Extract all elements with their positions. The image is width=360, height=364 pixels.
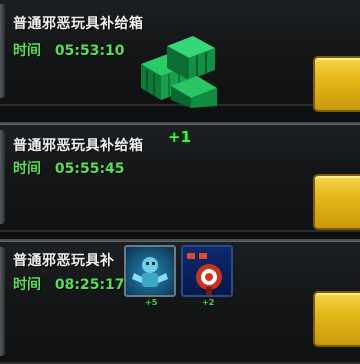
claim-button[interactable] [313, 56, 360, 112]
time-value: 05:55:45 [54, 161, 125, 177]
time-label: 时间 [13, 161, 41, 177]
claim-button[interactable] [313, 174, 360, 230]
item-slot[interactable] [124, 245, 176, 297]
time-value: 05:53:10 [54, 43, 125, 59]
claim-button[interactable] [313, 291, 360, 347]
timer-row: 时间 08:25:17 [13, 274, 125, 294]
supply-row-2: 普通邪恶玩具补给箱 +1 时间 05:55:45 [0, 122, 360, 232]
time-label: 时间 [13, 277, 41, 293]
item-count: +5 [145, 298, 158, 307]
timer-row: 时间 05:55:45 [13, 158, 125, 178]
supply-title: 普通邪恶玩具补给箱 [13, 16, 144, 32]
row-left-rail [0, 247, 5, 356]
time-label: 时间 [13, 43, 41, 59]
item-slot[interactable] [181, 245, 233, 297]
supply-row-1: 普通邪恶玩具补给箱 时间 05:53:10 [0, 0, 360, 112]
bonus-count: +1 [168, 128, 192, 146]
row-left-rail [0, 4, 5, 98]
supply-row-3: 普通邪恶玩具补 时间 08:25:17 [0, 239, 360, 364]
green-crate-icon [141, 36, 217, 108]
timer-row: 时间 05:53:10 [13, 40, 125, 60]
item-count: +2 [202, 298, 215, 307]
supply-title: 普通邪恶玩具补 [13, 253, 115, 269]
supply-title: 普通邪恶玩具补给箱 [13, 138, 144, 154]
row-left-rail [0, 130, 5, 224]
time-value: 08:25:17 [54, 277, 125, 293]
blue-toy-figure-icon [132, 257, 168, 287]
red-toy-target-icon [187, 253, 222, 295]
